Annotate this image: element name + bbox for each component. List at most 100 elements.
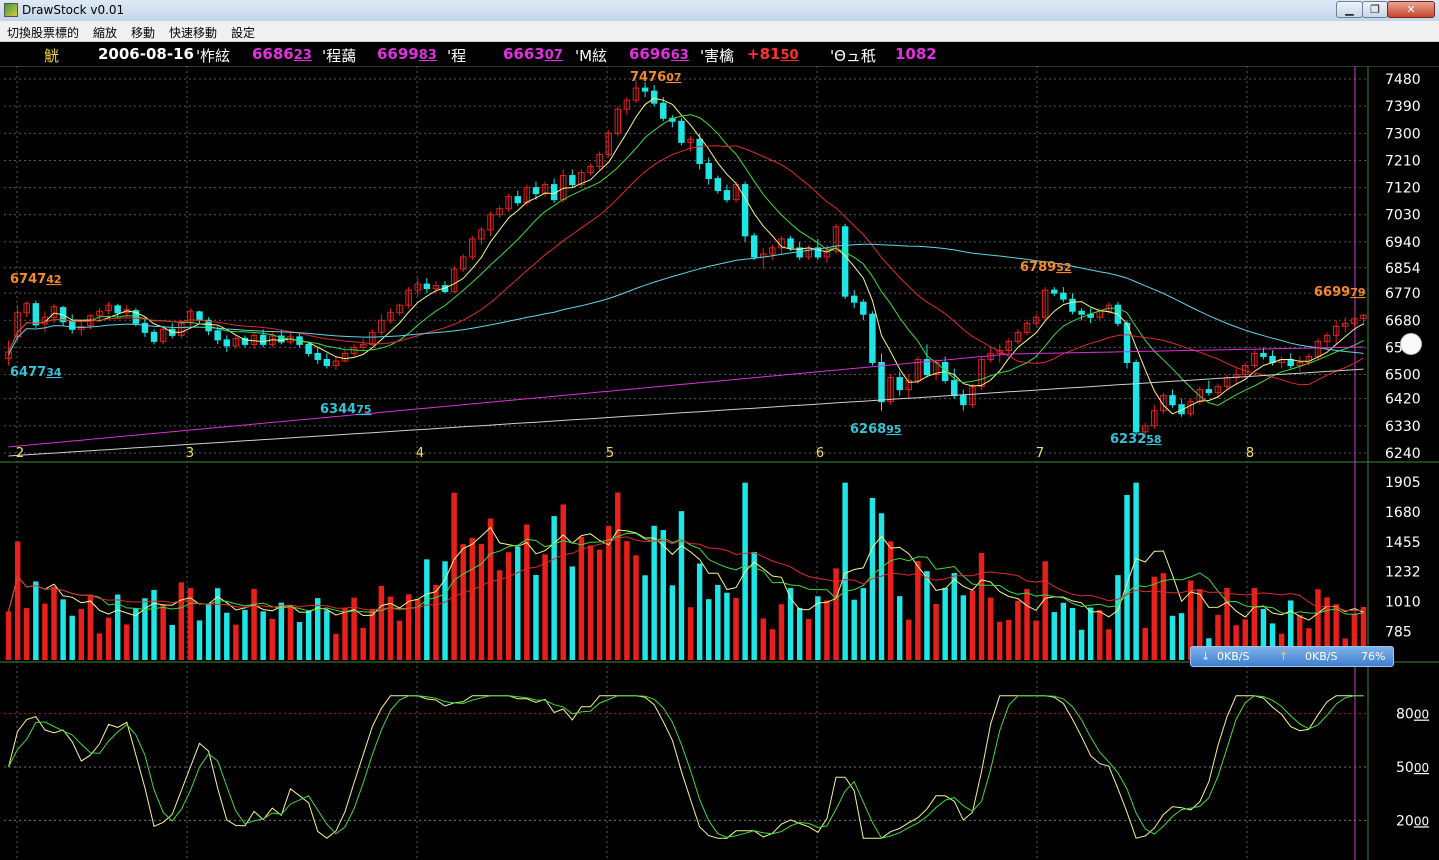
volume-bar [978,552,985,660]
y-tick-label: 7480 [1385,72,1421,88]
volume-bar [615,492,621,660]
candle [114,305,121,314]
volume-bar [387,596,394,660]
volume-bar [924,571,930,660]
volume-bar [706,599,712,660]
volume-bar [851,599,857,660]
candle [650,90,658,104]
volume-bar [505,552,512,660]
volume-bar [1006,619,1012,660]
volume-bar [533,574,539,660]
ma20-line [8,145,1364,386]
candle [723,190,731,201]
y-tick-label: 6500 [1385,368,1421,384]
candle [223,339,231,347]
volume-bar [515,546,521,660]
ma10-line [8,114,1364,406]
volume-bar [860,588,867,660]
low-value: 666307 [503,45,563,63]
candle [1169,395,1176,406]
y-tick-label: 6330 [1385,419,1421,435]
volume-bar [369,609,376,660]
volume-bar [560,504,566,660]
volume-bar [1060,602,1067,660]
volume-y-tick-label: 785 [1385,624,1412,640]
volume-bar [1078,629,1085,660]
volume-bar [460,544,466,660]
candle [1205,389,1213,394]
volume-bar [278,602,285,660]
volume-bar [796,607,803,660]
volume-bar [1151,576,1158,660]
candle [150,331,158,342]
menu-fast-move[interactable]: 快速移動 [169,24,217,41]
candle [514,196,522,204]
volume-bar [87,594,94,660]
volume-bar [242,609,248,660]
volume-bar [906,619,912,660]
x-tick-label: 7 [1036,446,1044,461]
open-value: 668623 [252,45,312,63]
volume-bar [696,563,703,660]
menu-switch-stock[interactable]: 切換股票標的 [7,24,79,41]
volume-bar [451,492,457,660]
stock-chart[interactable]: 7480739073007210712070306940685467706680… [0,66,1439,860]
volume-y-tick-label: 1010 [1385,594,1421,610]
volume-bar [887,541,894,660]
volume-y-tick-label: 1455 [1385,535,1421,551]
menu-move[interactable]: 移動 [131,24,155,41]
volume-bar [778,604,785,660]
volume-bar [224,612,230,660]
y-tick-label: 7390 [1385,99,1421,115]
volume-bar [587,545,594,660]
volume-bar [605,525,612,660]
restore-icon: ❐ [1370,3,1380,16]
minimize-button[interactable]: ▁ [1336,1,1363,18]
app-icon [4,3,18,17]
volume-bar [915,561,921,660]
volume-bar [69,615,75,660]
volume-bar [1024,588,1030,660]
candle [714,178,722,192]
volume-bar [1133,482,1139,660]
scroll-knob[interactable] [1400,333,1422,355]
candle [305,343,312,354]
close-value: 669663 [629,45,689,63]
volume-bar [469,537,476,660]
volume-bar [51,586,57,660]
volume-bar [324,610,330,660]
volume-bar [33,581,39,660]
volume-bar [724,592,730,660]
volume-bar [296,622,303,660]
candle [1078,310,1085,315]
low-label: '程 [447,47,467,65]
volume-bar [669,585,676,660]
candle [860,301,867,315]
x-tick-label: 5 [606,446,614,461]
high-label: '程藹 [322,47,357,65]
volume-bar [1178,613,1185,660]
download-arrow-icon: ↓ [1201,650,1211,663]
menu-settings[interactable]: 設定 [231,24,255,41]
volume-bar [733,597,739,660]
volume-bar [942,587,948,660]
title-bar: DrawStock v0.01 ▁ ❐ ✕ [0,0,1439,22]
volume-bar [824,600,830,660]
x-tick-label: 8 [1246,446,1254,461]
menu-zoom[interactable]: 縮放 [93,24,117,41]
close-button[interactable]: ✕ [1387,1,1435,18]
volume-bar [333,633,339,660]
volume-bar [1015,600,1021,660]
price-annotation: 747607 [630,70,682,85]
download-speed: 0KB/S [1217,650,1250,663]
maximize-button[interactable]: ❐ [1362,1,1388,18]
volume-bar [378,585,385,660]
volume-bar [678,511,685,660]
volume-bar [96,633,103,660]
volume-bar [169,624,175,660]
stock-symbol: 觥 [44,47,60,65]
candle [850,295,858,303]
volume-bar [424,559,430,660]
volume-bar [233,624,239,660]
candle [423,283,431,290]
